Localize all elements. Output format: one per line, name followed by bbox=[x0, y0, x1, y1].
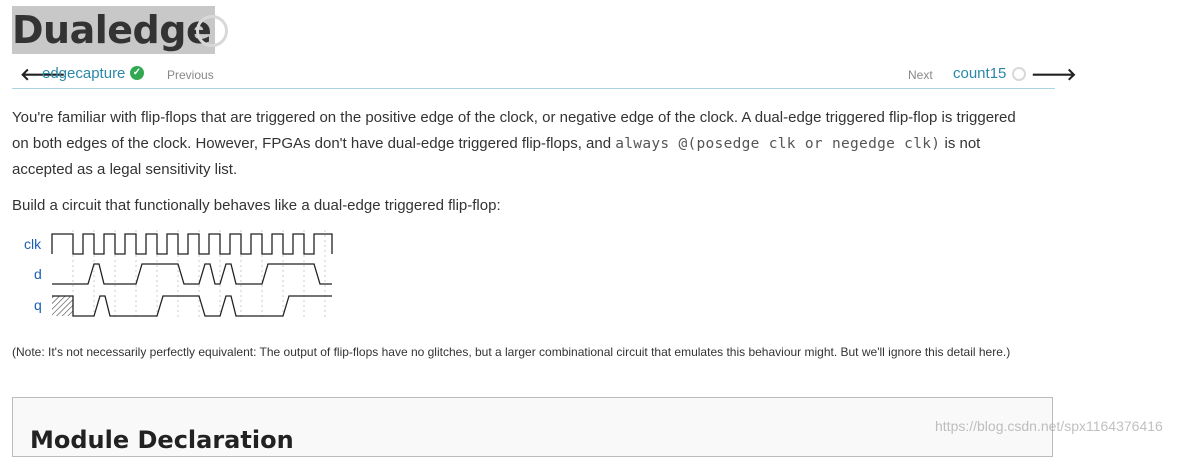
task-paragraph: Build a circuit that functionally behave… bbox=[12, 197, 501, 214]
next-problem-link[interactable]: count15 bbox=[953, 65, 1006, 82]
next-label: Next bbox=[908, 68, 933, 82]
clk-waveform bbox=[51, 233, 333, 255]
signal-label-d: d bbox=[34, 266, 42, 282]
status-circle-icon bbox=[1012, 67, 1026, 81]
note-paragraph: (Note: It's not necessarily perfectly eq… bbox=[12, 345, 1011, 359]
check-circle-icon: ✓ bbox=[130, 66, 144, 80]
problem-nav: 🡐 edgecapture ✓ Previous Next count15 🡒 bbox=[12, 60, 1077, 89]
prev-label: Previous bbox=[167, 68, 214, 82]
q-unknown-hatch bbox=[52, 296, 73, 316]
module-declaration-box: Module Declaration bbox=[12, 397, 1053, 457]
intro-paragraph: You're familiar with flip-flops that are… bbox=[12, 105, 1022, 183]
module-heading: Module Declaration bbox=[30, 426, 294, 454]
prev-problem-link[interactable]: edgecapture bbox=[42, 65, 125, 82]
code-snippet: always @(posedge clk or negedge clk) bbox=[615, 136, 941, 152]
arrow-right-icon[interactable]: 🡒 bbox=[1031, 65, 1077, 85]
watermark-text: https://blog.csdn.net/spx1164376416 bbox=[935, 418, 1163, 434]
signal-label-clk: clk bbox=[24, 236, 42, 252]
page-title: Dualedge bbox=[12, 6, 216, 54]
timing-diagram: clk d q bbox=[24, 230, 333, 320]
status-circle-icon bbox=[196, 15, 228, 47]
signal-label-q: q bbox=[34, 297, 42, 313]
